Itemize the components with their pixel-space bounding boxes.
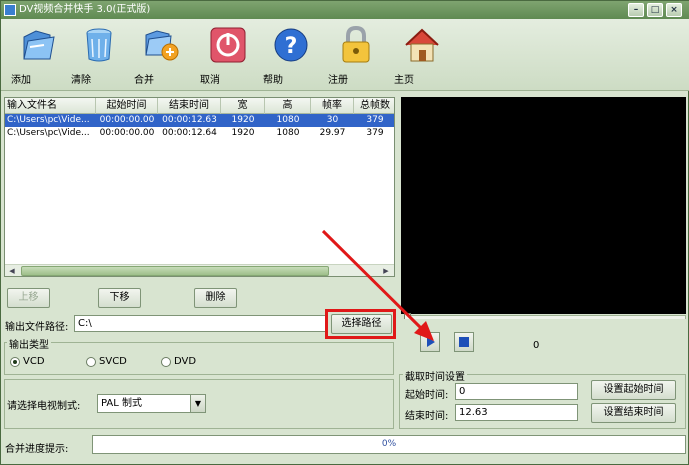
- register-label: 注册: [328, 75, 348, 86]
- set-start-time-button[interactable]: 设置起始时间: [591, 380, 676, 400]
- title-bar: DV视频合并快手 3.0(正式版) – □ ×: [1, 1, 689, 19]
- add-button[interactable]: 添加: [11, 23, 67, 87]
- main-window: DV视频合并快手 3.0(正式版) – □ × 添加 清除 合并 取消 ? 帮助…: [0, 0, 689, 465]
- col-fps[interactable]: 帧率: [311, 98, 354, 114]
- cell-height: 1080: [276, 115, 300, 125]
- cancel-label: 取消: [200, 75, 220, 86]
- register-button[interactable]: 注册: [328, 23, 384, 87]
- cancel-button[interactable]: 取消: [200, 23, 256, 87]
- merge-label: 合并: [134, 75, 154, 86]
- add-folder-icon: [23, 30, 55, 60]
- scrollbar-thumb[interactable]: [21, 266, 329, 276]
- col-frames[interactable]: 总帧数: [354, 98, 394, 114]
- chevron-down-icon[interactable]: ▼: [190, 395, 205, 412]
- output-type-label: 输出类型: [7, 336, 51, 351]
- move-up-button[interactable]: 上移: [7, 288, 50, 308]
- home-button[interactable]: 主页: [394, 23, 450, 87]
- scroll-left-icon[interactable]: ◀: [6, 266, 18, 276]
- maximize-button[interactable]: □: [647, 3, 663, 17]
- col-start[interactable]: 起始时间: [96, 98, 158, 114]
- home-label: 主页: [394, 75, 414, 86]
- home-icon: [405, 28, 439, 62]
- start-time-label: 起始时间:: [405, 390, 449, 401]
- cell-width: 1920: [231, 115, 255, 125]
- close-button[interactable]: ×: [666, 3, 682, 17]
- table-row[interactable]: C:\Users\pc\Vide... 00:00:00.00 00:00:12…: [5, 127, 394, 140]
- clear-label: 清除: [71, 75, 91, 86]
- col-filename[interactable]: 输入文件名: [5, 98, 96, 114]
- merge-folders-icon: [145, 30, 179, 61]
- cell-filename: C:\Users\pc\Vide...: [7, 128, 90, 138]
- end-time-input[interactable]: 12.63: [455, 404, 578, 421]
- cell-fps: 30: [326, 115, 339, 125]
- end-time-label: 结束时间:: [405, 411, 449, 422]
- start-time-input[interactable]: 0: [455, 383, 578, 400]
- merge-progress-bar: 0%: [92, 435, 686, 454]
- merge-button[interactable]: 合并: [134, 23, 190, 87]
- toolbar: 添加 清除 合并 取消 ? 帮助 注册 主页: [1, 19, 689, 91]
- cell-fps: 29.97: [319, 128, 346, 138]
- table-row[interactable]: C:\Users\pc\Vide... 00:00:00.00 00:00:12…: [5, 114, 394, 127]
- stop-button[interactable]: [454, 332, 474, 352]
- move-down-button[interactable]: 下移: [98, 288, 141, 308]
- cell-start: 00:00:00.00: [99, 115, 155, 125]
- radio-svcd[interactable]: [86, 357, 96, 367]
- cell-height: 1080: [276, 128, 300, 138]
- help-icon: ?: [274, 28, 308, 62]
- clear-button[interactable]: 清除: [71, 23, 127, 87]
- delete-button[interactable]: 删除: [194, 288, 237, 308]
- cell-frames: 379: [366, 128, 384, 138]
- radio-vcd[interactable]: [10, 357, 20, 367]
- radio-dvd-label[interactable]: DVD: [174, 356, 196, 367]
- clip-time-label: 截取时间设置: [403, 368, 467, 383]
- file-list-header: 输入文件名 起始时间 结束时间 宽 高 帧率 总帧数: [5, 98, 394, 114]
- cell-end: 00:00:12.63: [162, 115, 217, 125]
- power-icon: [210, 27, 246, 63]
- output-path-label: 输出文件路径:: [5, 322, 69, 333]
- tv-standard-label: 请选择电视制式:: [7, 401, 81, 412]
- cell-start: 00:00:00.00: [99, 128, 155, 138]
- help-label: 帮助: [263, 75, 283, 86]
- lock-icon: [342, 25, 370, 63]
- frame-number: 0: [533, 340, 540, 351]
- trash-icon: [86, 28, 112, 62]
- tv-standard-value: PAL 制式: [101, 398, 142, 409]
- help-button[interactable]: ? 帮助: [263, 23, 319, 87]
- col-height[interactable]: 高: [265, 98, 311, 114]
- cell-frames: 379: [366, 115, 384, 125]
- cell-end: 00:00:12.64: [162, 128, 217, 138]
- window-title: DV视频合并快手 3.0(正式版): [19, 4, 151, 15]
- progress-text: 0%: [381, 439, 397, 449]
- output-path-input[interactable]: C:\: [74, 315, 326, 332]
- cell-filename: C:\Users\pc\Vide...: [7, 115, 90, 125]
- radio-svcd-label[interactable]: SVCD: [99, 356, 127, 367]
- cell-width: 1920: [231, 128, 255, 138]
- app-icon: [4, 4, 16, 16]
- red-arrow-annotation: [321, 229, 434, 341]
- tv-standard-select[interactable]: PAL 制式 ▼: [97, 394, 206, 413]
- col-width[interactable]: 宽: [221, 98, 265, 114]
- svg-text:?: ?: [285, 34, 298, 59]
- stop-icon: [459, 337, 469, 347]
- radio-vcd-label[interactable]: VCD: [23, 356, 45, 367]
- radio-dvd[interactable]: [161, 357, 171, 367]
- set-end-time-button[interactable]: 设置结束时间: [591, 403, 676, 423]
- progress-label: 合并进度提示:: [5, 444, 69, 455]
- add-label: 添加: [11, 75, 31, 86]
- col-end[interactable]: 结束时间: [158, 98, 221, 114]
- minimize-button[interactable]: –: [628, 3, 644, 17]
